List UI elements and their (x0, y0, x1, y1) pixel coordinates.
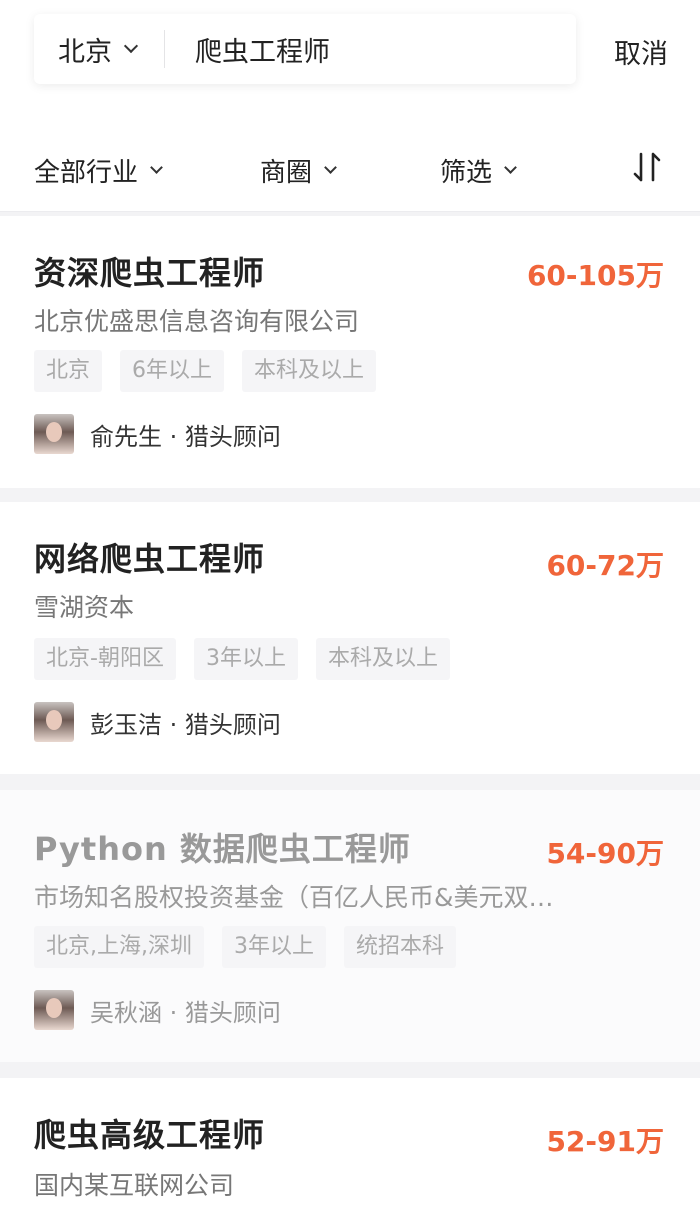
tag-education: 本科及以上 (315, 638, 450, 680)
search-header: 北京 取消 全部行业 商圈 筛选 (0, 0, 700, 212)
tag-education: 本科及以上 (242, 350, 377, 392)
job-card[interactable]: 网络爬虫工程师 60-72万 雪湖资本 北京-朝阳区 3年以上 本科及以上 彭玉… (0, 502, 700, 774)
filter-area-label: 商圈 (260, 158, 313, 188)
tag-location: 北京 (34, 350, 103, 392)
avatar (34, 414, 74, 454)
city-label: 北京 (58, 36, 112, 68)
filter-screen-label: 筛选 (440, 158, 493, 188)
recruiter: 吴秋涵 · 猎头顾问 (34, 990, 281, 1030)
search-input[interactable] (195, 33, 555, 65)
filter-industry-label: 全部行业 (34, 158, 139, 188)
cancel-button[interactable]: 取消 (614, 32, 668, 71)
job-title: 爬虫高级工程师 (34, 1116, 266, 1154)
job-salary: 54-90万 (546, 837, 664, 870)
filter-screen[interactable]: 筛选 (440, 152, 517, 189)
job-tags: 北京,上海,深圳 3年以上 统招本科 (34, 926, 457, 968)
filter-area[interactable]: 商圈 (260, 152, 337, 189)
company-name: 市场知名股权投资基金（百亿人民币&美元双… (34, 883, 554, 912)
recruiter-name: 彭玉洁 · 猎头顾问 (90, 710, 281, 739)
avatar (34, 990, 74, 1030)
recruiter-name: 俞先生 · 猎头顾问 (90, 422, 281, 451)
job-salary: 60-72万 (546, 549, 664, 582)
chevron-down-icon (504, 161, 517, 174)
job-title: 网络爬虫工程师 (34, 540, 266, 578)
filter-industry[interactable]: 全部行业 (34, 152, 163, 189)
job-salary: 52-91万 (546, 1125, 664, 1158)
tag-experience: 3年以上 (193, 638, 298, 680)
job-tags: 北京-朝阳区 3年以上 本科及以上 (34, 638, 450, 680)
recruiter: 俞先生 · 猎头顾问 (34, 414, 281, 454)
tag-education: 统招本科 (344, 926, 457, 968)
divider (164, 30, 165, 68)
company-name: 国内某互联网公司 (34, 1171, 235, 1200)
job-card[interactable]: 爬虫高级工程师 52-91万 国内某互联网公司 (0, 1078, 700, 1226)
chevron-down-icon (150, 161, 163, 174)
job-card[interactable]: Python 数据爬虫工程师 54-90万 市场知名股权投资基金（百亿人民币&美… (0, 790, 700, 1062)
tag-experience: 3年以上 (222, 926, 326, 968)
chevron-down-icon (324, 161, 337, 174)
tag-location: 北京,上海,深圳 (34, 926, 204, 968)
city-selector[interactable]: 北京 (34, 30, 164, 69)
job-title: Python 数据爬虫工程师 (34, 830, 411, 868)
company-name: 雪湖资本 (34, 593, 135, 622)
search-box: 北京 (34, 14, 576, 84)
job-card[interactable]: 资深爬虫工程师 60-105万 北京优盛思信息咨询有限公司 北京 6年以上 本科… (0, 216, 700, 488)
recruiter-name: 吴秋涵 · 猎头顾问 (90, 998, 281, 1027)
tag-experience: 6年以上 (120, 350, 225, 392)
avatar (34, 702, 74, 742)
sort-icon[interactable] (630, 150, 664, 184)
tag-location: 北京-朝阳区 (34, 638, 176, 680)
chevron-down-icon (123, 38, 139, 54)
recruiter: 彭玉洁 · 猎头顾问 (34, 702, 281, 742)
company-name: 北京优盛思信息咨询有限公司 (34, 307, 360, 336)
job-salary: 60-105万 (526, 259, 664, 292)
job-tags: 北京 6年以上 本科及以上 (34, 350, 377, 392)
job-title: 资深爬虫工程师 (34, 254, 266, 292)
filter-bar: 全部行业 商圈 筛选 (0, 140, 700, 196)
